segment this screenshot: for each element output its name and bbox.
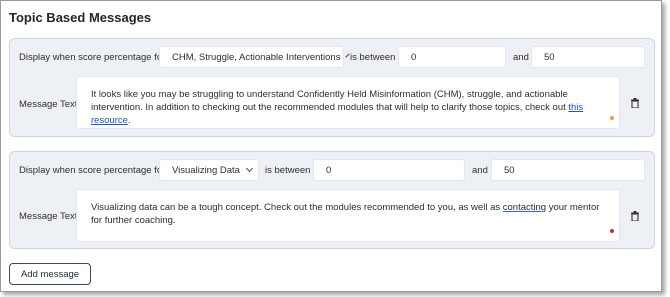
trash-icon[interactable] — [631, 98, 639, 108]
max-score-input[interactable]: 50 — [531, 46, 645, 68]
chevron-down-icon — [245, 164, 253, 173]
topic-select[interactable]: CHM, Struggle, Actionable Interventions — [159, 46, 351, 68]
trash-icon[interactable] — [631, 211, 639, 221]
message-text-area[interactable]: It looks like you may be struggling to u… — [76, 76, 620, 129]
between-label: is between — [265, 165, 311, 176]
status-dot — [610, 229, 614, 233]
message-text-label: Message Text — [19, 211, 78, 222]
min-score-input[interactable]: 0 — [398, 46, 506, 68]
add-message-button[interactable]: Add message — [9, 263, 91, 285]
message-text-end: . — [127, 115, 131, 126]
status-dot — [610, 116, 614, 120]
and-label: and — [472, 165, 488, 176]
message-text: It looks like you may be struggling to u… — [91, 89, 569, 113]
topic-select-value: CHM, Struggle, Actionable Interventions — [172, 51, 341, 63]
max-score-input[interactable]: 50 — [491, 159, 645, 181]
message-text-label: Message Text — [19, 99, 78, 110]
min-score-input[interactable]: 0 — [313, 159, 465, 181]
message-text-area[interactable]: Visualizing data can be a tough concept.… — [76, 189, 620, 242]
display-when-label: Display when score percentage for — [19, 52, 166, 63]
spellcheck-word: contacting — [502, 202, 547, 213]
display-when-label: Display when score percentage for — [19, 165, 166, 176]
message-rule-card: Display when score percentage for Visual… — [9, 151, 655, 249]
section-title: Topic Based Messages — [9, 10, 152, 25]
message-rule-card: Display when score percentage for CHM, S… — [9, 38, 655, 137]
message-text: Visualizing data can be a tough concept.… — [91, 202, 503, 213]
topic-select[interactable]: Visualizing Data — [159, 159, 259, 181]
topic-select-value: Visualizing Data — [172, 164, 240, 176]
topic-messages-panel: Topic Based Messages Display when score … — [0, 0, 662, 292]
and-label: and — [513, 52, 529, 63]
between-label: is between — [350, 52, 396, 63]
